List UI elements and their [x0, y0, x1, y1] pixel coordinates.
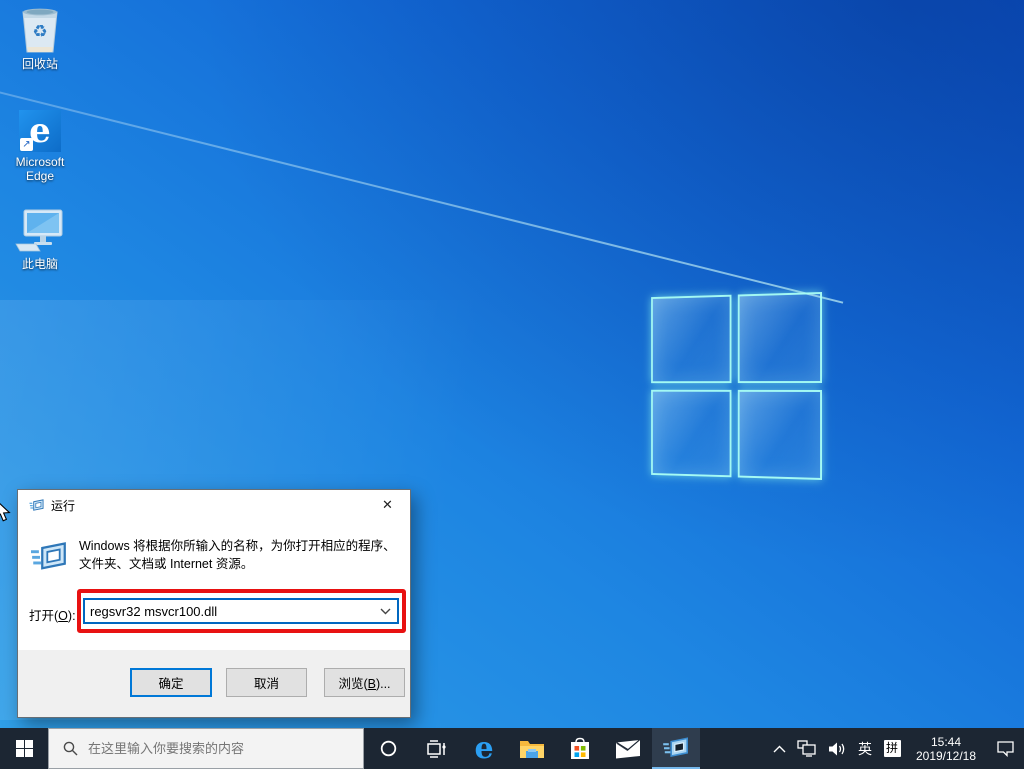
clock-time: 15:44	[931, 735, 961, 749]
start-button[interactable]	[0, 728, 48, 769]
task-view-icon	[425, 740, 447, 758]
notification-icon	[996, 740, 1015, 757]
cancel-button[interactable]: 取消	[226, 668, 307, 697]
search-icon	[63, 741, 78, 756]
cortana-icon	[380, 740, 397, 757]
browse-button[interactable]: 浏览(B)...	[324, 668, 405, 697]
run-dialog-footer: 确定 取消 浏览(B)...	[18, 650, 410, 717]
windows-logo-pane	[737, 292, 822, 383]
tray-overflow-button[interactable]	[766, 728, 792, 769]
edge-icon: e ↗	[19, 102, 61, 152]
desktop-wallpaper: ♻ 回收站 e ↗ Microsoft Edge	[0, 0, 1024, 728]
run-taskbar-button[interactable]	[652, 728, 700, 769]
run-icon	[31, 540, 67, 574]
desktop-icon-this-pc[interactable]: 此电脑	[1, 204, 79, 271]
run-dialog-titlebar[interactable]: 运行 ✕	[18, 490, 410, 520]
ime-mode-indicator[interactable]: 拼	[878, 728, 906, 769]
windows-start-icon	[16, 740, 33, 757]
system-tray: 英 拼 15:44 2019/12/18	[766, 728, 1024, 769]
shortcut-arrow-icon: ↗	[20, 138, 33, 151]
taskbar: e	[0, 728, 1024, 769]
speaker-icon	[828, 741, 847, 757]
taskbar-search-box[interactable]	[48, 728, 364, 769]
windows-desktop-screen: ♻ 回收站 e ↗ Microsoft Edge	[0, 0, 1024, 769]
chevron-up-icon	[773, 745, 786, 753]
close-icon[interactable]: ✕	[365, 490, 410, 520]
taskbar-clock[interactable]: 15:44 2019/12/18	[906, 728, 986, 769]
open-label: 打开(O):	[29, 605, 76, 624]
run-dialog-title: 运行	[51, 497, 75, 514]
message-line-2: 文件夹、文档或 Internet 资源。	[79, 555, 396, 573]
clock-date: 2019/12/18	[916, 749, 976, 763]
this-pc-icon	[14, 204, 66, 254]
desktop-icon-label: 此电脑	[22, 257, 58, 271]
run-dialog-message: Windows 将根据你所输入的名称，为你打开相应的程序、 文件夹、文档或 In…	[79, 537, 396, 573]
mail-icon	[615, 739, 641, 759]
desktop-icon-recycle-bin[interactable]: ♻ 回收站	[1, 4, 79, 71]
ime-language-indicator[interactable]: 英	[852, 728, 878, 769]
run-dialog-title-icon	[29, 498, 44, 513]
recycle-bin-icon: ♻	[17, 4, 63, 54]
cortana-button[interactable]	[364, 728, 412, 769]
run-dialog-body: Windows 将根据你所输入的名称，为你打开相应的程序、 文件夹、文档或 In…	[18, 520, 410, 651]
ime-pinyin-icon: 拼	[884, 740, 901, 757]
windows-logo-pane	[651, 295, 731, 383]
desktop-icon-label: Microsoft Edge	[3, 155, 77, 183]
windows-logo-pane	[737, 389, 822, 480]
run-combobox[interactable]	[83, 598, 399, 624]
store-icon	[568, 737, 592, 761]
message-line-1: Windows 将根据你所输入的名称，为你打开相应的程序、	[79, 537, 396, 555]
search-input[interactable]	[88, 741, 338, 756]
desktop-icon-label: 回收站	[22, 57, 58, 71]
ok-button[interactable]: 确定	[130, 668, 212, 697]
task-view-button[interactable]	[412, 728, 460, 769]
volume-tray-button[interactable]	[822, 728, 852, 769]
edge-taskbar-button[interactable]: e	[460, 728, 508, 769]
chevron-down-icon[interactable]	[373, 608, 397, 615]
file-explorer-icon	[519, 738, 545, 760]
run-dialog: 运行 ✕ Windows 将根据你所输入的名称，为你打开相应的程序、 文件夹、文…	[17, 489, 411, 718]
microsoft-store-button[interactable]	[556, 728, 604, 769]
mail-button[interactable]	[604, 728, 652, 769]
windows-logo	[651, 292, 822, 480]
desktop-icon-microsoft-edge[interactable]: e ↗ Microsoft Edge	[1, 102, 79, 183]
windows-logo-pane	[651, 389, 731, 477]
file-explorer-button[interactable]	[508, 728, 556, 769]
mouse-cursor	[0, 499, 12, 523]
network-tray-button[interactable]	[792, 728, 822, 769]
edge-icon: e	[474, 734, 493, 764]
run-app-icon	[663, 736, 689, 760]
recycle-symbol: ♻	[32, 22, 47, 41]
run-command-input[interactable]	[85, 604, 373, 619]
action-center-button[interactable]	[986, 728, 1024, 769]
network-ethernet-icon	[797, 740, 817, 757]
